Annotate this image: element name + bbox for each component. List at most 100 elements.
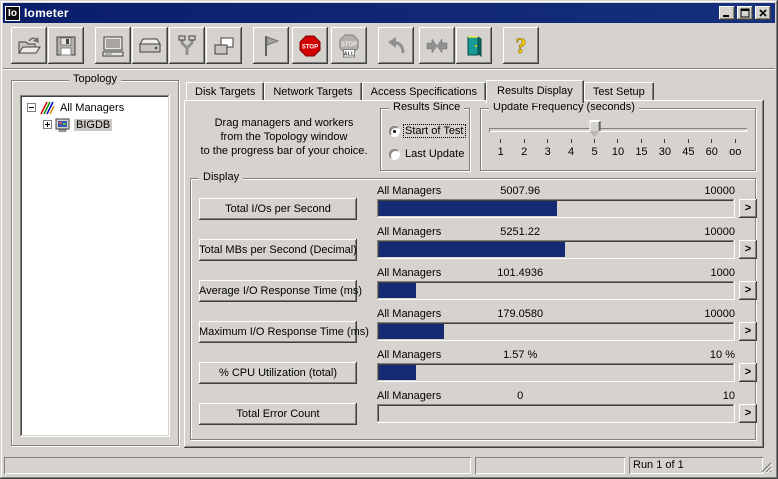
title-bar[interactable]: Io Iometer <box>3 3 775 23</box>
start-new-manager-button[interactable] <box>95 27 131 64</box>
iometer-window: Io Iometer STOP STOP ALL ? Topology All … <box>0 0 778 479</box>
radio-button-icon[interactable] <box>389 148 400 160</box>
slider-tick-label: 15 <box>635 146 648 158</box>
all-managers-icon <box>40 101 55 114</box>
metric-button[interactable]: Total Error Count <box>199 403 357 425</box>
progress-bar[interactable] <box>377 281 735 300</box>
start-new-disk-worker-button[interactable] <box>132 27 168 64</box>
slider-thumb-icon[interactable] <box>589 120 601 137</box>
tree-item-all-managers[interactable]: All Managers <box>22 99 168 116</box>
slider-tick-label: 2 <box>521 146 528 158</box>
bar-max-value: 1000 <box>710 267 735 279</box>
tab-network-targets[interactable]: Network Targets <box>264 82 362 101</box>
slider-tick-label: oo <box>729 146 742 158</box>
bar-header: All Managers 5007.96 10000 <box>377 185 735 198</box>
minimize-button[interactable] <box>719 6 735 20</box>
expand-results-button[interactable]: > <box>739 199 757 218</box>
progress-bar-fill <box>379 201 558 216</box>
slider-tick-label: 10 <box>611 146 625 158</box>
update-frequency-groupbox: Update Frequency (seconds) 1 2 3 4 5 10 15 30 45… <box>480 101 756 171</box>
bar-scope-label: All Managers <box>377 390 442 402</box>
tab-results-display[interactable]: Results Display <box>486 80 584 103</box>
progress-bar[interactable] <box>377 404 735 423</box>
bar-max-value: 10000 <box>704 308 735 320</box>
expand-results-button[interactable]: > <box>739 363 757 382</box>
exit-button[interactable] <box>456 27 492 64</box>
progress-bar[interactable] <box>377 240 735 259</box>
drag-hint-text: Drag managers and workers from the Topol… <box>200 117 368 157</box>
help-button[interactable]: ? <box>503 27 539 64</box>
slider-tick-label: 1 <box>497 146 504 158</box>
duplicate-worker-button[interactable] <box>206 27 242 64</box>
move-workers-button[interactable] <box>419 27 455 64</box>
radio-label[interactable]: Last Update <box>404 148 465 160</box>
stop-all-tests-button[interactable]: STOP ALL <box>331 27 367 64</box>
display-row: Maximum I/O Response Time (ms) All Manag… <box>191 308 757 349</box>
main-content: Topology All Managers BIGDB Disk Targets… <box>3 70 775 453</box>
minimize-icon <box>723 15 729 17</box>
app-logo-icon: Io <box>5 5 20 21</box>
maximize-icon <box>740 8 750 18</box>
tree-label[interactable]: BIGDB <box>74 118 113 131</box>
resize-grip-icon[interactable] <box>759 460 772 473</box>
stop-test-button[interactable]: STOP <box>292 27 328 64</box>
tab-access-specifications[interactable]: Access Specifications <box>361 82 486 101</box>
reset-workers-button[interactable] <box>378 27 414 64</box>
expand-expander-icon[interactable] <box>43 120 52 129</box>
results-display-panel: Drag managers and workers from the Topol… <box>184 100 764 448</box>
slider-track[interactable] <box>489 128 747 132</box>
radio-button-icon[interactable] <box>389 125 400 137</box>
progress-bar[interactable] <box>377 199 735 218</box>
update-frequency-slider[interactable]: 1 2 3 4 5 10 15 30 45 60 oo <box>489 119 747 165</box>
progress-bar[interactable] <box>377 363 735 382</box>
radio-last-update[interactable]: Last Update <box>389 148 465 160</box>
maximize-button[interactable] <box>737 6 753 20</box>
slider-tick-label: 45 <box>682 146 695 158</box>
expand-results-button[interactable]: > <box>739 322 757 341</box>
bar-max-value: 10000 <box>704 185 735 197</box>
expand-results-button[interactable]: > <box>739 404 757 423</box>
start-new-network-worker-button[interactable] <box>169 27 205 64</box>
radio-start-of-test[interactable]: Start of Test <box>389 124 466 138</box>
tab-strip: Disk Targets Network Targets Access Specif… <box>184 80 764 103</box>
metric-button[interactable]: Maximum I/O Response Time (ms) <box>199 321 369 343</box>
results-since-caption: Results Since <box>389 101 465 113</box>
radio-label[interactable]: Start of Test <box>403 124 466 138</box>
metric-button[interactable]: Total MBs per Second (Decimal) <box>199 239 357 261</box>
tab-test-setup[interactable]: Test Setup <box>583 82 654 101</box>
slider-tick-label: 60 <box>705 146 718 158</box>
topology-groupbox: Topology All Managers BIGDB <box>11 73 179 446</box>
progress-bar-fill <box>379 365 417 380</box>
expand-results-button[interactable]: > <box>739 240 757 259</box>
status-bar: Run 1 of 1 <box>3 455 775 476</box>
display-row: Total I/Os per Second All Managers 5007.… <box>191 185 757 226</box>
metric-button[interactable]: Total I/Os per Second <box>199 198 357 220</box>
display-groupbox: Display Total I/Os per Second All Manage… <box>190 171 757 440</box>
topology-tree[interactable]: All Managers BIGDB <box>20 95 170 437</box>
move-workers-icon <box>426 37 448 54</box>
metric-button[interactable]: Average I/O Response Time (ms) <box>199 280 362 302</box>
toolbar: STOP STOP ALL ? <box>3 23 775 69</box>
status-pane-1 <box>4 456 471 474</box>
progress-bar[interactable] <box>377 322 735 341</box>
display-row: Average I/O Response Time (ms) All Manag… <box>191 267 757 308</box>
close-button[interactable] <box>755 6 771 20</box>
tree-label[interactable]: All Managers <box>58 102 126 114</box>
tab-disk-targets[interactable]: Disk Targets <box>186 82 265 101</box>
metric-button[interactable]: % CPU Utilization (total) <box>199 362 357 384</box>
expand-results-button[interactable]: > <box>739 281 757 300</box>
start-tests-button[interactable] <box>253 27 289 64</box>
save-icon <box>56 36 76 55</box>
display-row: Total MBs per Second (Decimal) All Manag… <box>191 226 757 267</box>
open-icon <box>18 36 41 53</box>
collapse-expander-icon[interactable] <box>27 103 36 112</box>
new-network-worker-icon <box>178 35 196 55</box>
tree-item-manager[interactable]: BIGDB <box>22 116 168 133</box>
save-config-button[interactable] <box>48 27 84 64</box>
slider-tick-labels: 1 2 3 4 5 10 15 30 45 60 oo <box>489 146 747 158</box>
new-manager-icon <box>102 36 124 56</box>
slider-tick-label: 3 <box>544 146 551 158</box>
open-config-button[interactable] <box>11 27 47 64</box>
bar-header: All Managers 179.0580 10000 <box>377 308 735 321</box>
bar-header: All Managers 5251.22 10000 <box>377 226 735 239</box>
